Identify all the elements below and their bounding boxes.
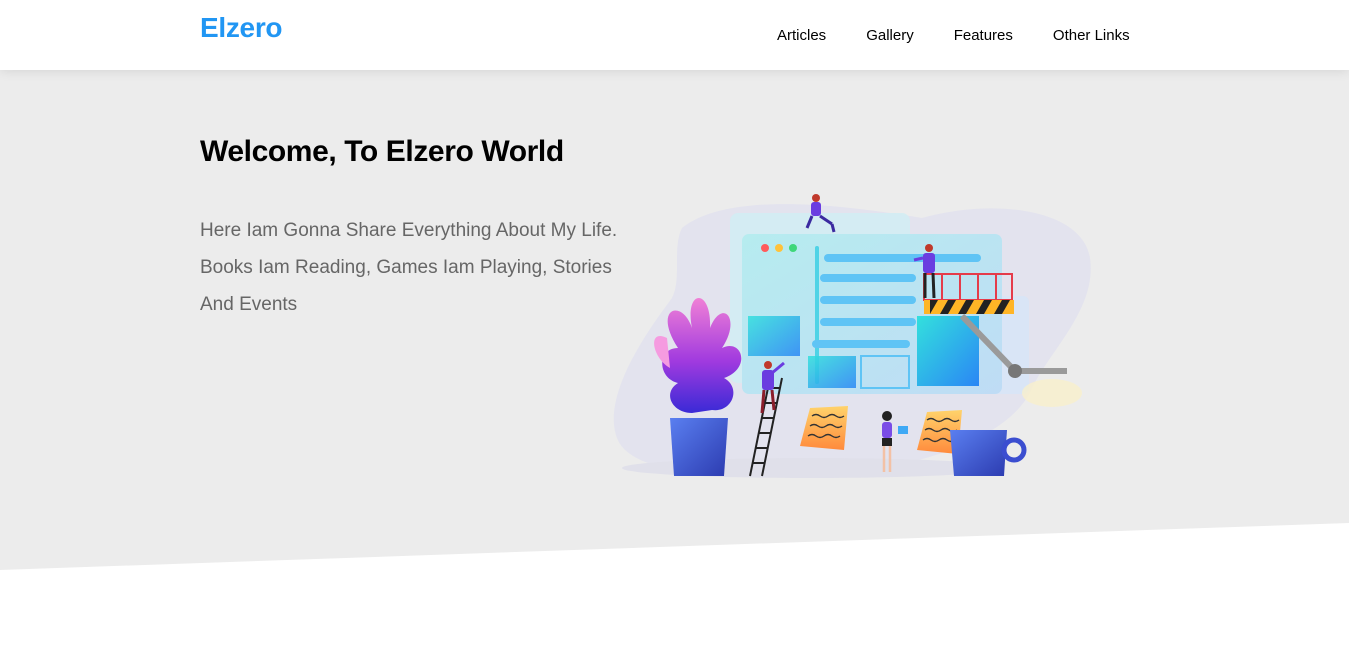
main-nav: Articles Gallery Features Other Links <box>757 0 1150 70</box>
window-dot-green <box>789 244 797 252</box>
plant-pot <box>670 418 728 476</box>
site-header: Elzero Articles Gallery Features Other L… <box>0 0 1349 70</box>
text-line <box>812 340 910 348</box>
text-line <box>820 296 916 304</box>
text-line <box>824 254 981 262</box>
nav-link-features[interactable]: Features <box>934 0 1033 70</box>
nav-link-gallery[interactable]: Gallery <box>846 0 934 70</box>
nav-link-other-links[interactable]: Other Links <box>1033 0 1150 70</box>
text-line <box>820 274 916 282</box>
image-block <box>808 356 856 388</box>
landing-title: Welcome, To Elzero World <box>200 135 564 168</box>
landing-illustration <box>613 194 1091 478</box>
window-dot-yellow <box>775 244 783 252</box>
coffee-mug <box>950 430 1027 476</box>
site-logo[interactable]: Elzero <box>200 12 283 44</box>
nav-link-articles[interactable]: Articles <box>757 0 846 70</box>
landing-description: Here Iam Gonna Share Everything About My… <box>200 220 618 315</box>
window-dot-red <box>761 244 769 252</box>
image-block <box>748 316 800 356</box>
text-line <box>820 318 916 326</box>
